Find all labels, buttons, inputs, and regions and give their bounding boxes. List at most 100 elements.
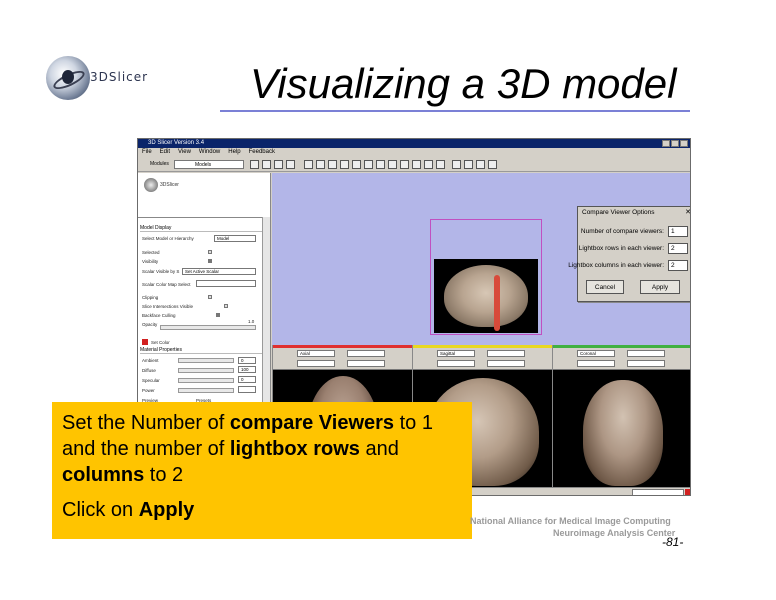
lightbox-columns-label: Lightbox columns in each viewer:: [568, 262, 664, 269]
green-label-select[interactable]: [577, 360, 615, 367]
yellow-layer-select[interactable]: [487, 350, 525, 357]
power-slider[interactable]: [178, 388, 234, 393]
module-select[interactable]: Models: [174, 160, 244, 169]
maximize-icon[interactable]: [671, 140, 679, 147]
color-map-select[interactable]: [196, 280, 256, 287]
toolbar-info-icon[interactable]: [464, 160, 473, 169]
toolbar-models-icon[interactable]: [328, 160, 337, 169]
green-layer-select[interactable]: [627, 350, 665, 357]
opacity-value: 1.0: [248, 319, 255, 324]
diffuse-field[interactable]: 100: [238, 366, 256, 373]
window-title: 3D Slicer Version 3.4: [138, 139, 690, 148]
toolbar-grid-icon[interactable]: [274, 160, 283, 169]
toolbar-camera-icon[interactable]: [376, 160, 385, 169]
toolbar-prev-icon[interactable]: [250, 160, 259, 169]
slice-intersections-checkbox[interactable]: [224, 304, 228, 308]
clipping-label: Clipping: [142, 295, 159, 300]
ambient-label: Ambient: [142, 358, 159, 363]
cancel-button[interactable]: Cancel: [586, 280, 624, 294]
brain-model: [434, 259, 538, 333]
power-field[interactable]: [238, 386, 256, 393]
toolbar-layout-icon[interactable]: [412, 160, 421, 169]
red-label-select[interactable]: [297, 360, 335, 367]
toolbar: Modules Models: [138, 158, 690, 172]
slide: 3DSlicer Visualizing a 3D model 3D Slice…: [0, 0, 776, 600]
toolbar-editor-icon[interactable]: [352, 160, 361, 169]
green-orientation-select[interactable]: Coronal: [577, 350, 615, 357]
active-scalar-select[interactable]: Set Active Scalar: [182, 268, 256, 275]
dialog-title: Compare Viewer Options: [582, 209, 655, 216]
lightbox-columns-input[interactable]: 2: [668, 260, 688, 271]
yellow-label-select[interactable]: [437, 360, 475, 367]
toolbar-transforms-icon[interactable]: [364, 160, 373, 169]
menu-file[interactable]: File: [142, 148, 152, 157]
slide-title: Visualizing a 3D model: [250, 60, 677, 107]
toolbar-mouse-icon[interactable]: [452, 160, 461, 169]
slice-view-green[interactable]: Coronal: [552, 345, 690, 487]
select-model-field[interactable]: Model: [214, 235, 256, 242]
footer-namic: National Alliance for Medical Image Comp…: [470, 516, 671, 526]
panel-logo-text: 3DSlicer: [160, 182, 179, 188]
ambient-slider[interactable]: [178, 358, 234, 363]
3d-view[interactable]: Compare Viewer Options ✕ Number of compa…: [272, 173, 690, 345]
green-background-select[interactable]: [627, 360, 665, 367]
diffuse-slider[interactable]: [178, 368, 234, 373]
select-model-label: Select Model or Hierarchy: [142, 236, 194, 241]
opacity-slider[interactable]: [160, 325, 256, 330]
toolbar-next-icon[interactable]: [262, 160, 271, 169]
lightbox-rows-label: Lightbox rows in each viewer:: [578, 245, 664, 252]
color-map-label: Scalar Color Map Select: [142, 282, 191, 287]
red-orientation-select[interactable]: Axial: [297, 350, 335, 357]
menu-help[interactable]: Help: [228, 148, 240, 157]
specular-field[interactable]: 0: [238, 376, 256, 383]
red-background-select[interactable]: [347, 360, 385, 367]
modules-label: Modules: [150, 161, 169, 167]
toolbar-pan-icon[interactable]: [488, 160, 497, 169]
minimize-icon[interactable]: [662, 140, 670, 147]
selected-checkbox[interactable]: [208, 250, 212, 254]
menu-bar: File Edit View Window Help Feedback: [138, 148, 690, 157]
toolbar-save-icon[interactable]: [388, 160, 397, 169]
menu-edit[interactable]: Edit: [160, 148, 170, 157]
clipping-checkbox[interactable]: [208, 295, 212, 299]
toolbar-volumes-icon[interactable]: [316, 160, 325, 169]
ambient-field[interactable]: 0: [238, 357, 256, 364]
dialog-close-icon[interactable]: ✕: [685, 208, 690, 216]
progress-bar: [632, 489, 684, 495]
yellow-background-select[interactable]: [487, 360, 525, 367]
error-log-icon[interactable]: [685, 489, 690, 495]
coronal-slice-image: [583, 380, 663, 486]
red-layer-select[interactable]: [347, 350, 385, 357]
scalar-visible-label: Scalar Visible by S: [142, 269, 180, 274]
compare-viewer-dialog: Compare Viewer Options ✕ Number of compa…: [568, 206, 690, 302]
toolbar-rotate-icon[interactable]: [476, 160, 485, 169]
toolbar-layout2-icon[interactable]: [424, 160, 433, 169]
specular-label: Specular: [142, 378, 160, 383]
title-underline: [220, 110, 690, 112]
diffuse-label: Diffuse: [142, 368, 156, 373]
menu-window[interactable]: Window: [199, 148, 220, 157]
slicer-logo: 3DSlicer: [46, 56, 166, 108]
lightbox-rows-input[interactable]: 2: [668, 243, 688, 254]
close-icon[interactable]: [680, 140, 688, 147]
menu-view[interactable]: View: [178, 148, 191, 157]
panel-logo-icon: [144, 178, 158, 192]
toolbar-check-icon[interactable]: [400, 160, 409, 169]
yellow-orientation-select[interactable]: Sagittal: [437, 350, 475, 357]
toolbar-layout3-icon[interactable]: [436, 160, 445, 169]
visibility-checkbox[interactable]: [208, 259, 212, 263]
logo-text: 3DSlicer: [90, 70, 149, 84]
toolbar-data-icon[interactable]: [304, 160, 313, 169]
backface-checkbox[interactable]: [216, 313, 220, 317]
color-swatch[interactable]: [142, 339, 148, 345]
specular-slider[interactable]: [178, 378, 234, 383]
compare-viewers-input[interactable]: 1: [668, 226, 688, 237]
page-number: -81-: [662, 535, 684, 549]
menu-feedback[interactable]: Feedback: [249, 148, 275, 157]
apply-button[interactable]: Apply: [640, 280, 680, 294]
toolbar-fiducials-icon[interactable]: [340, 160, 349, 169]
material-properties-header[interactable]: Material Properties: [140, 347, 268, 354]
model-display-header[interactable]: Model Display: [140, 225, 268, 232]
backface-label: Backface Culling: [142, 313, 176, 318]
toolbar-home-icon[interactable]: [286, 160, 295, 169]
